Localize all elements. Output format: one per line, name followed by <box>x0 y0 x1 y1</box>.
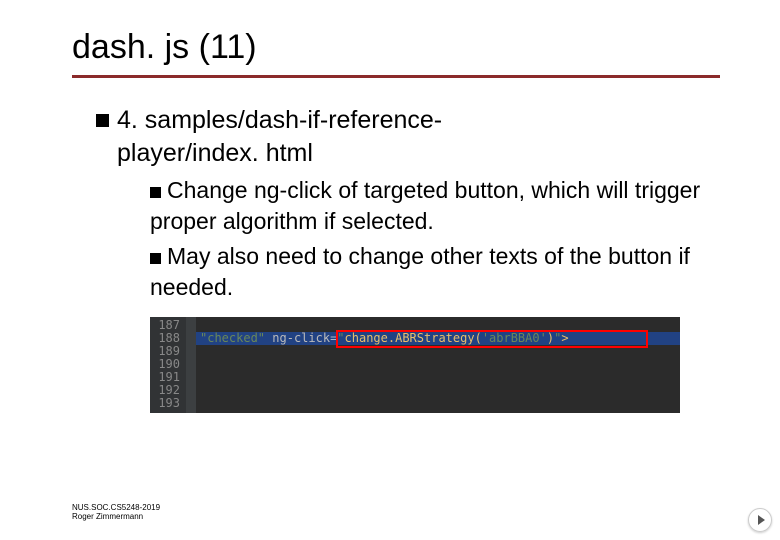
bullet-level2: Change ng-click of targeted button, whic… <box>150 175 720 303</box>
code-tagend: > <box>561 331 568 345</box>
sub-bullet-2: May also need to change other texts of t… <box>150 241 720 303</box>
footer: NUS.SOC.CS5248-2019 Roger Zimmermann <box>72 503 160 522</box>
bullet1-line2: player/index. html <box>117 137 313 170</box>
code-string: "checked" <box>200 331 265 345</box>
sub1-lead: Change <box>167 177 248 203</box>
code-gutter: 187 188 189 190 191 192 193 <box>150 317 186 413</box>
code-arg: 'abrBBA0' <box>482 331 547 345</box>
code-screenshot: 187 188 189 190 191 192 193 "checked" ng… <box>150 317 680 413</box>
chevron-right-icon <box>758 515 765 525</box>
code-fn-close: ) <box>547 331 554 345</box>
next-button[interactable] <box>748 508 772 532</box>
slide-title: dash. js (11) <box>72 28 720 78</box>
code-quote: " <box>337 331 344 345</box>
footer-line1: NUS.SOC.CS5248-2019 <box>72 503 160 513</box>
code-area: "checked" ng-click="change.ABRStrategy('… <box>196 317 680 413</box>
sub2-rest: also need to change other texts of the b… <box>150 243 690 300</box>
sub2-lead: May <box>167 243 210 269</box>
code-line-188: "checked" ng-click="change.ABRStrategy('… <box>200 332 680 345</box>
bullet1-line1: 4. samples/dash-if-reference- <box>117 106 442 134</box>
sub-bullet-1: Change ng-click of targeted button, whic… <box>150 175 720 237</box>
bullet-text: 4. samples/dash-if-reference- player/ind… <box>96 104 720 169</box>
square-bullet-icon <box>150 187 161 198</box>
bullet-level1: 4. samples/dash-if-reference- player/ind… <box>96 104 720 413</box>
code-attr: ng-click <box>272 331 330 345</box>
square-bullet-icon <box>96 114 109 127</box>
square-bullet-icon <box>150 253 161 264</box>
line-number: 193 <box>150 397 180 410</box>
code-fn: change.ABRStrategy( <box>345 331 482 345</box>
footer-line2: Roger Zimmermann <box>72 512 160 522</box>
gutter-edge <box>186 317 196 413</box>
slide: dash. js (11) 4. samples/dash-if-referen… <box>0 0 780 540</box>
